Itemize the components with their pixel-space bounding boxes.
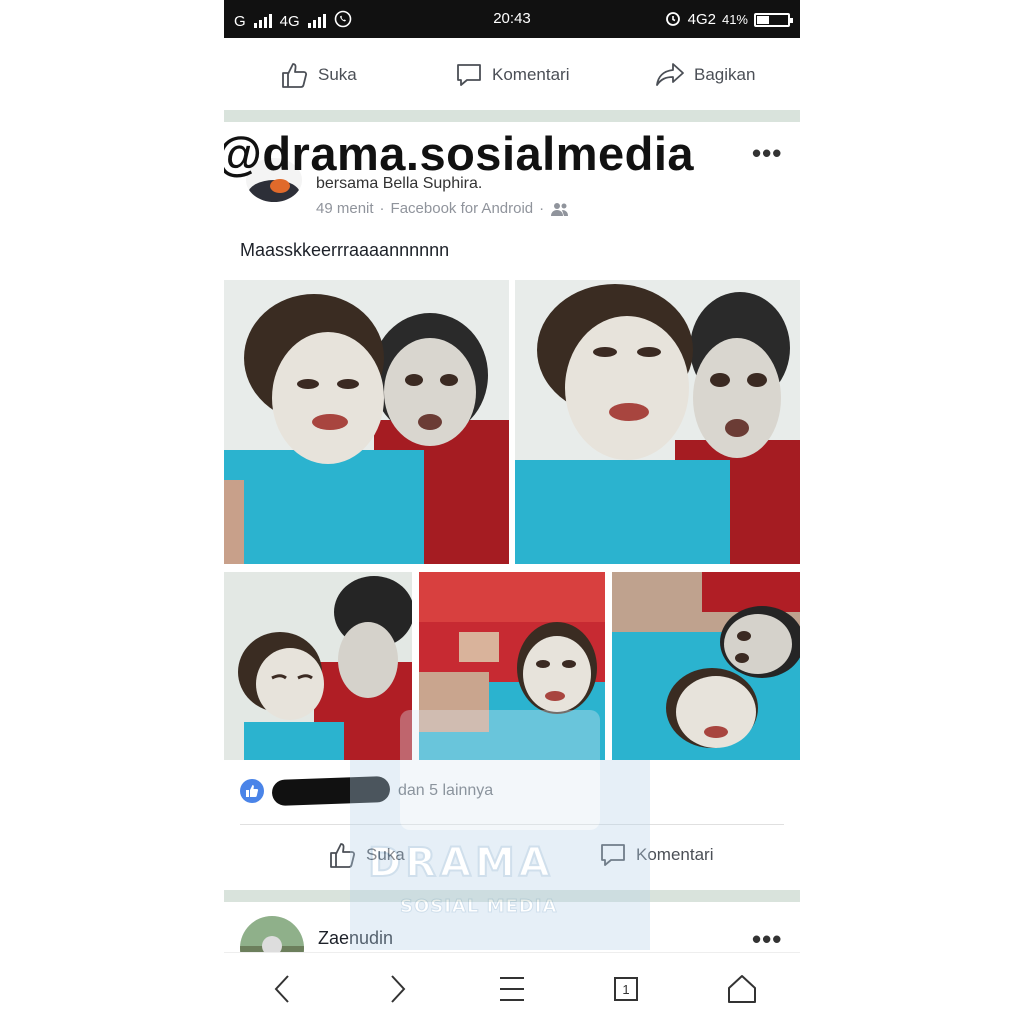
- like-label: Suka: [318, 65, 357, 84]
- hamburger-menu-icon: [500, 977, 524, 1001]
- post-photo-5[interactable]: [612, 572, 800, 760]
- chevron-left-icon: [274, 975, 289, 1003]
- redacted-names: [271, 775, 391, 807]
- phone-screen: G 4G 20:43 4G2 41% Suka Komentari Bagika…: [224, 0, 800, 1024]
- post-source: Facebook for Android: [390, 200, 534, 217]
- post-photo-3[interactable]: [224, 572, 412, 760]
- watermark-handle: @drama.sosialmedia: [224, 127, 695, 180]
- battery-icon: [754, 12, 793, 27]
- post-like-label: Suka: [366, 845, 405, 864]
- post-divider-2: [224, 890, 800, 902]
- status-bar: G 4G 20:43 4G2 41%: [224, 0, 800, 38]
- post-photo-1[interactable]: [224, 280, 509, 564]
- post-photo-4[interactable]: [419, 572, 605, 760]
- browser-nav-bar: 1: [224, 952, 800, 1024]
- home-icon: [728, 975, 756, 1003]
- like-button[interactable]: Suka: [280, 60, 357, 90]
- post-photo-2[interactable]: [515, 280, 800, 564]
- battery-percent: 41%: [721, 12, 748, 27]
- tagged-with[interactable]: bersama Bella Suphira.: [316, 175, 482, 193]
- chevron-right-icon: [391, 975, 406, 1003]
- comment-button[interactable]: Komentari: [454, 60, 569, 90]
- prev-post-actions: Suka Komentari Bagikan: [224, 44, 800, 106]
- share-button[interactable]: Bagikan: [654, 60, 755, 90]
- meta-separator: ·: [379, 200, 385, 217]
- post-comment-button[interactable]: Komentari: [598, 840, 713, 870]
- post-meta: 49 menit · Facebook for Android ·: [316, 200, 570, 217]
- post-body: Maasskkeerrraaaannnnnn: [240, 240, 450, 260]
- post-like-button[interactable]: Suka: [328, 840, 405, 870]
- forward-button[interactable]: [378, 971, 418, 1007]
- share-label: Bagikan: [694, 65, 756, 84]
- friends-audience-icon: [551, 202, 569, 216]
- comment-icon: [457, 64, 481, 86]
- share-icon: [656, 63, 684, 86]
- post-menu-button[interactable]: •••: [752, 138, 782, 169]
- post-comment-label: Komentari: [636, 845, 714, 864]
- status-right: 4G2 41%: [664, 9, 793, 30]
- post-divider: [224, 110, 800, 122]
- alarm-icon: [664, 9, 682, 30]
- thumbs-up-icon: [282, 63, 308, 88]
- comment-label: Komentari: [492, 65, 570, 84]
- tab-count-badge: 1: [614, 977, 638, 1001]
- reactions-summary[interactable]: dan 5 lainnya: [240, 775, 494, 807]
- home-button[interactable]: [722, 971, 762, 1007]
- network-label: 4G2: [687, 11, 716, 28]
- tabs-button[interactable]: 1: [606, 971, 646, 1007]
- battery-fill: [757, 15, 770, 24]
- post-time[interactable]: 49 menit: [316, 200, 374, 217]
- meta-separator-2: ·: [539, 200, 545, 217]
- back-button[interactable]: [262, 971, 302, 1007]
- next-post-menu-button[interactable]: •••: [752, 924, 782, 955]
- thumbs-up-icon: [330, 843, 356, 868]
- post-actions: Suka Komentari: [224, 824, 800, 886]
- menu-button[interactable]: [492, 971, 532, 1007]
- comment-icon: [601, 844, 625, 866]
- like-reaction-icon: [240, 779, 264, 803]
- reactions-count-text: dan 5 lainnya: [398, 782, 494, 799]
- next-author-name[interactable]: Zaenudin: [318, 928, 393, 949]
